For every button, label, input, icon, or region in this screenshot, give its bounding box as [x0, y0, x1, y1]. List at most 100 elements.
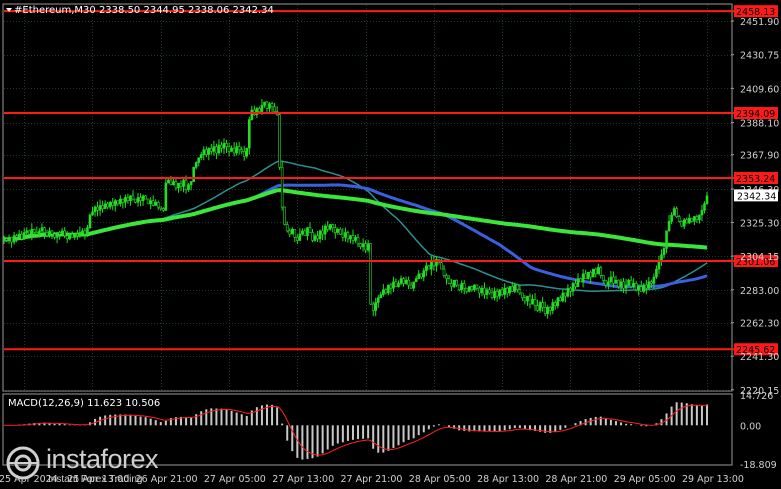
candle-body — [690, 217, 694, 222]
candle-body — [430, 260, 433, 270]
candle-body — [650, 281, 653, 284]
candle-body — [313, 235, 317, 241]
candle-body — [25, 230, 29, 233]
candle-body — [591, 268, 595, 278]
candle-body — [564, 292, 567, 297]
candle-body — [647, 281, 651, 289]
candle-body — [131, 195, 135, 200]
candle-body — [177, 182, 180, 189]
candle-body — [242, 151, 246, 157]
candle-body — [288, 230, 292, 235]
candle-body — [513, 284, 517, 292]
candle-body — [227, 146, 231, 152]
candle-body — [490, 292, 494, 299]
candle-body — [682, 219, 686, 227]
candle-body — [169, 179, 173, 186]
candle-body — [442, 268, 446, 276]
candle-body — [86, 227, 89, 235]
candle-body — [559, 297, 562, 302]
candle-body — [371, 303, 375, 311]
candle-body — [574, 283, 577, 287]
candle-body — [607, 281, 610, 286]
candle-body — [220, 144, 223, 149]
candle-body — [68, 233, 72, 240]
candle-body — [409, 284, 413, 289]
candle-body — [399, 278, 403, 284]
candle-body — [687, 217, 691, 224]
candle-body — [318, 230, 322, 240]
candle-body — [581, 273, 585, 283]
candle-body — [184, 179, 188, 190]
candle-body — [470, 286, 474, 291]
candle-body — [387, 284, 390, 294]
instaforex-logo: instaforex Instant Forex Trading — [6, 444, 206, 485]
candle-body — [417, 273, 421, 279]
candle-body — [445, 275, 448, 279]
candle-body — [339, 229, 342, 235]
candle-body — [662, 248, 666, 256]
candle-body — [485, 289, 489, 295]
candle-body — [460, 283, 464, 291]
candle-body — [164, 182, 168, 211]
x-tick-label: 27 Apr 05:00 — [204, 474, 266, 485]
candle-body — [639, 286, 643, 292]
candle-body — [301, 230, 304, 235]
candle-body — [283, 206, 286, 225]
candle-body — [571, 283, 575, 292]
candle-body — [247, 119, 251, 149]
current-price-label: 2342.34 — [737, 191, 776, 202]
candle-body — [141, 195, 145, 201]
candle-body — [88, 214, 92, 229]
candle-body — [323, 225, 327, 235]
candle-body — [258, 108, 261, 112]
y-tick-label: 2325.30 — [740, 218, 779, 229]
candle-body — [604, 279, 608, 286]
candle-body — [96, 206, 99, 211]
candle-body — [263, 101, 266, 106]
candle-body — [30, 229, 34, 235]
candle-body — [576, 278, 580, 287]
candle-body — [15, 235, 18, 238]
candle-body — [237, 146, 241, 151]
candle-body — [566, 287, 570, 297]
candle-body — [500, 289, 504, 295]
candle-body — [298, 233, 302, 241]
candle-body — [268, 103, 271, 109]
candle-body — [10, 236, 13, 243]
candle-body — [336, 229, 340, 233]
candle-body — [73, 233, 77, 238]
candle-body — [480, 287, 484, 294]
candle-body — [685, 219, 689, 224]
candle-body — [290, 229, 294, 235]
candle-body — [629, 279, 633, 287]
candle-body — [45, 232, 49, 236]
candle-body — [586, 271, 590, 279]
candle-body — [672, 208, 676, 216]
candle-body — [63, 230, 66, 236]
price-chart[interactable]: 2458.132394.092353.242301.062245.62 14.7… — [0, 0, 781, 489]
candle-body — [162, 208, 165, 211]
candle-body — [596, 267, 600, 275]
x-tick-label: 28 Apr 13:00 — [477, 474, 539, 485]
candle-body — [293, 229, 297, 238]
candle-body — [308, 227, 312, 233]
candle-body — [599, 267, 603, 276]
candle-body — [154, 201, 158, 206]
candle-body — [452, 279, 456, 287]
candle-body — [528, 295, 532, 305]
y-tick-label: 2304.15 — [740, 252, 779, 263]
candle-body — [505, 287, 509, 294]
candle-body — [543, 306, 547, 314]
candle-body — [22, 232, 26, 240]
candle-body — [58, 232, 61, 235]
candle-body — [210, 147, 213, 152]
candle-body — [457, 284, 461, 291]
logo-tagline: Instant Forex Trading — [48, 474, 143, 485]
candle-body — [510, 286, 514, 292]
candle-body — [106, 203, 109, 208]
candle-body — [260, 104, 264, 112]
candle-body — [240, 149, 244, 152]
candle-body — [589, 271, 592, 278]
y-tick-label: 2367.90 — [740, 151, 779, 162]
candle-body — [675, 208, 678, 217]
